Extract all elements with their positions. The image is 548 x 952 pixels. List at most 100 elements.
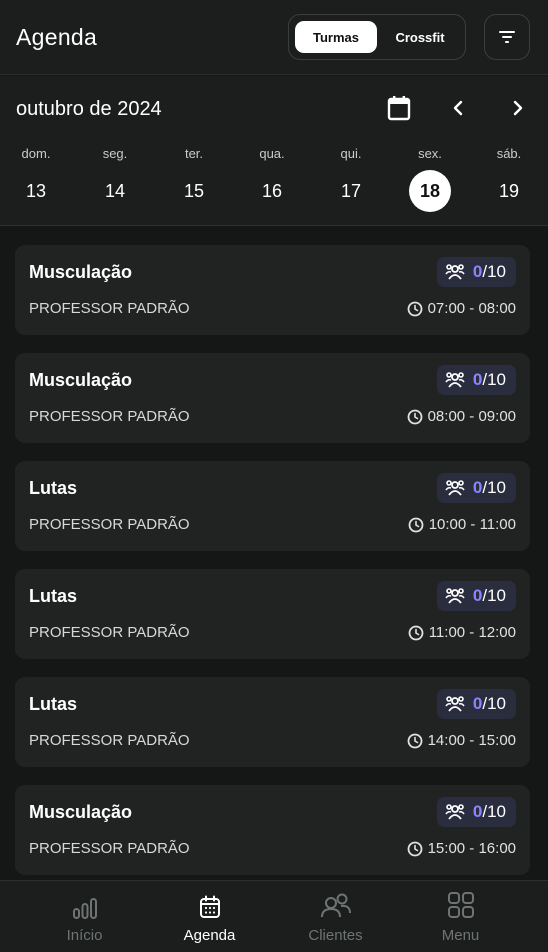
capacity-badge: 0/10 xyxy=(436,797,516,827)
calendar-picker-button[interactable] xyxy=(384,93,414,123)
prev-week-button[interactable] xyxy=(443,93,473,123)
day-thu[interactable]: qui. 17 xyxy=(327,146,375,218)
class-card[interactable]: Musculação 0/10 PROFESSOR PADRÃO 07:00 -… xyxy=(15,245,530,335)
clock-icon xyxy=(407,409,422,424)
capacity-total: /10 xyxy=(482,694,506,713)
filter-icon xyxy=(499,31,515,43)
users-icon xyxy=(445,588,465,604)
class-time: 15:00 - 16:00 xyxy=(407,840,516,857)
time-range: 14:00 - 15:00 xyxy=(427,732,516,749)
class-card[interactable]: Musculação 0/10 PROFESSOR PADRÃO 08:00 -… xyxy=(15,353,530,443)
page-title: Agenda xyxy=(16,24,98,50)
capacity-badge: 0/10 xyxy=(436,473,516,503)
nav-clientes[interactable]: Clientes xyxy=(267,881,404,952)
day-mon[interactable]: seg. 14 xyxy=(91,146,139,218)
users-icon xyxy=(320,893,351,918)
class-card[interactable]: Musculação 0/10 PROFESSOR PADRÃO 15:00 -… xyxy=(15,785,530,875)
users-icon xyxy=(445,480,465,496)
class-type-toggle: Turmas Crossfit xyxy=(288,14,466,60)
calendar-icon xyxy=(387,96,411,121)
capacity-badge: 0/10 xyxy=(436,365,516,395)
chevron-right-icon xyxy=(513,100,523,116)
nav-agenda[interactable]: Agenda xyxy=(141,881,278,952)
day-sat[interactable]: sáb. 19 xyxy=(485,146,533,218)
capacity-total: /10 xyxy=(482,370,506,389)
capacity-badge: 0/10 xyxy=(436,257,516,287)
nav-menu[interactable]: Menu xyxy=(392,881,529,952)
enrolled-count: 0 xyxy=(472,586,483,605)
day-sun[interactable]: dom. 13 xyxy=(12,146,60,218)
day-wed[interactable]: qua. 16 xyxy=(248,146,296,218)
day-number: 13 xyxy=(25,181,47,201)
time-range: 15:00 - 16:00 xyxy=(427,840,516,857)
users-icon xyxy=(445,372,465,388)
enrolled-count: 0 xyxy=(472,802,483,821)
capacity-total: /10 xyxy=(482,586,506,605)
enrolled-count: 0 xyxy=(472,478,483,497)
day-number: 16 xyxy=(261,181,283,201)
class-time: 07:00 - 08:00 xyxy=(407,300,516,317)
day-name: dom. xyxy=(21,146,51,161)
nav-label: Menu xyxy=(441,927,480,944)
clock-icon xyxy=(407,841,422,856)
time-range: 10:00 - 11:00 xyxy=(428,516,516,533)
filter-button[interactable] xyxy=(484,14,530,60)
time-range: 08:00 - 09:00 xyxy=(427,408,516,425)
day-name: qua. xyxy=(259,146,285,161)
class-time: 11:00 - 12:00 xyxy=(408,624,516,641)
time-range: 11:00 - 12:00 xyxy=(428,624,516,641)
grid-icon xyxy=(447,892,474,918)
time-range: 07:00 - 08:00 xyxy=(427,300,516,317)
class-title: Lutas xyxy=(29,694,78,714)
nav-label: Clientes xyxy=(308,927,363,944)
clock-icon xyxy=(408,625,424,640)
class-time: 14:00 - 15:00 xyxy=(407,732,516,749)
class-title: Lutas xyxy=(29,586,78,606)
teacher-name: PROFESSOR PADRÃO xyxy=(29,732,190,749)
enrolled-count: 0 xyxy=(472,694,483,713)
chevron-left-icon xyxy=(453,100,463,116)
day-name: seg. xyxy=(102,146,128,161)
day-number: 15 xyxy=(183,181,205,201)
capacity-badge: 0/10 xyxy=(436,689,516,719)
day-name: sex. xyxy=(418,146,442,161)
users-icon xyxy=(445,264,465,280)
day-number: 19 xyxy=(498,181,520,201)
class-title: Lutas xyxy=(29,478,78,498)
next-week-button[interactable] xyxy=(503,93,533,123)
teacher-name: PROFESSOR PADRÃO xyxy=(29,624,190,641)
clock-icon xyxy=(408,517,424,532)
day-number: 17 xyxy=(340,181,362,201)
month-label: outubro de 2024 xyxy=(16,98,162,120)
nav-label: Agenda xyxy=(183,927,236,944)
day-name: ter. xyxy=(184,146,204,161)
users-icon xyxy=(445,804,465,820)
class-card[interactable]: Lutas 0/10 PROFESSOR PADRÃO 11:00 - 12:0… xyxy=(15,569,530,659)
day-strip: dom. 13 seg. 14 ter. 15 qua. 16 qui. 17 … xyxy=(0,146,548,218)
top-bar: Agenda Turmas Crossfit xyxy=(0,0,548,75)
enrolled-count: 0 xyxy=(472,370,483,389)
capacity-badge: 0/10 xyxy=(436,581,516,611)
class-card[interactable]: Lutas 0/10 PROFESSOR PADRÃO 14:00 - 15:0… xyxy=(15,677,530,767)
calendar-icon xyxy=(199,895,220,918)
class-card[interactable]: Lutas 0/10 PROFESSOR PADRÃO 10:00 - 11:0… xyxy=(15,461,530,551)
class-title: Musculação xyxy=(29,370,133,390)
day-fri[interactable]: sex. 18 xyxy=(406,146,454,218)
day-name: qui. xyxy=(340,146,362,161)
clock-icon xyxy=(407,301,422,316)
day-name: sáb. xyxy=(496,146,522,161)
week-calendar: outubro de 2024 dom. 13 seg. 14 ter. 15 xyxy=(0,76,548,226)
day-tue[interactable]: ter. 15 xyxy=(170,146,218,218)
nav-inicio[interactable]: Início xyxy=(16,881,153,952)
tab-crossfit[interactable]: Crossfit xyxy=(381,21,459,53)
class-time: 08:00 - 09:00 xyxy=(407,408,516,425)
teacher-name: PROFESSOR PADRÃO xyxy=(29,516,190,533)
tab-turmas[interactable]: Turmas xyxy=(295,21,377,53)
bottom-nav: Início Agenda Clientes Menu xyxy=(0,880,548,952)
nav-label: Início xyxy=(66,927,103,944)
chart-bars-icon xyxy=(72,898,97,919)
users-icon xyxy=(445,696,465,712)
class-title: Musculação xyxy=(29,262,133,282)
enrolled-count: 0 xyxy=(472,262,483,281)
teacher-name: PROFESSOR PADRÃO xyxy=(29,840,190,857)
